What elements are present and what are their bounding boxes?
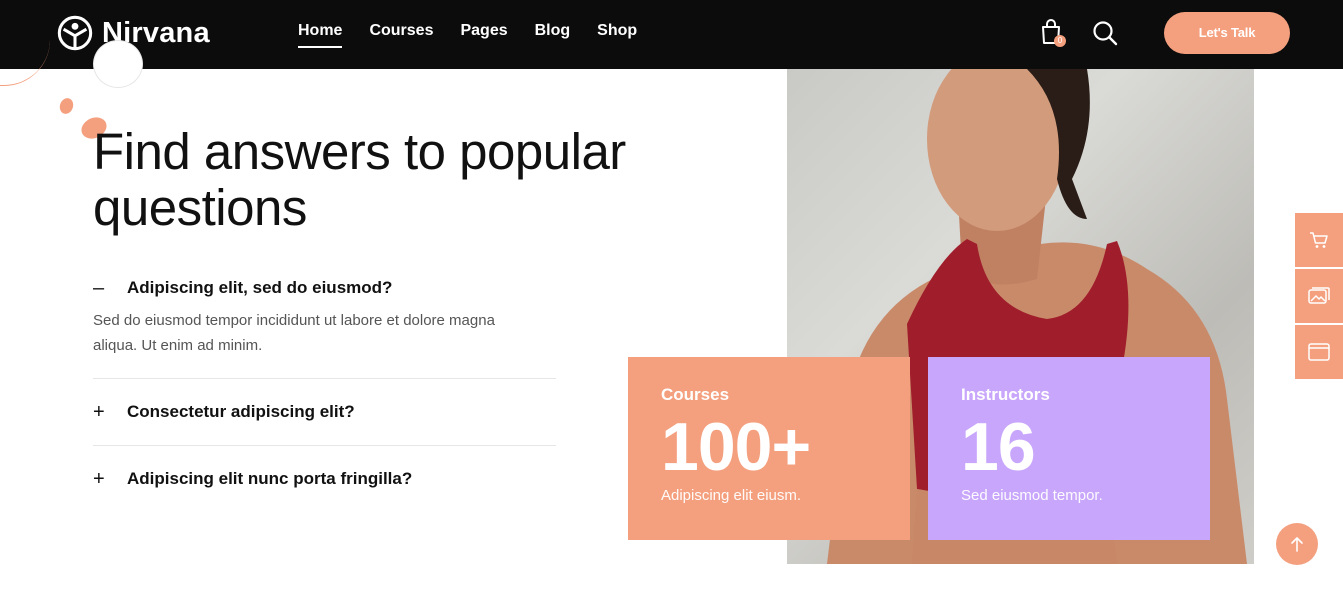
back-to-top-button[interactable] <box>1276 523 1318 565</box>
logo-icon <box>57 15 93 51</box>
browser-window-icon <box>1308 343 1330 361</box>
decorative-arc <box>0 40 50 86</box>
stat-value: 16 <box>961 409 1036 485</box>
cart-count-badge: 0 <box>1054 35 1066 47</box>
faq-question-text: Adipiscing elit, sed do eiusmod? <box>127 278 393 297</box>
faq-item: – Adipiscing elit, sed do eiusmod? Sed d… <box>93 272 556 379</box>
arrow-up-icon <box>1291 537 1303 552</box>
site-header: Nirvana Home Courses Pages Blog Shop 0 L… <box>0 0 1343 69</box>
nav-blog[interactable]: Blog <box>535 22 571 45</box>
image-gallery-icon <box>1308 287 1330 304</box>
plus-icon: + <box>93 400 105 423</box>
search-icon <box>1093 21 1118 46</box>
side-toolbar <box>1295 213 1343 381</box>
nav-shop[interactable]: Shop <box>597 22 637 45</box>
main-nav: Home Courses Pages Blog Shop <box>298 22 637 48</box>
plus-icon: + <box>93 467 105 490</box>
cart-icon <box>1310 232 1328 248</box>
side-layout-button[interactable] <box>1295 325 1343 379</box>
stat-card-courses: Courses 100+ Adipiscing elit eiusm. <box>628 357 910 540</box>
stat-description: Adipiscing elit eiusm. <box>661 487 802 504</box>
stat-label: Instructors <box>961 385 1050 404</box>
faq-accordion: – Adipiscing elit, sed do eiusmod? Sed d… <box>93 272 556 512</box>
lets-talk-button[interactable]: Let's Talk <box>1164 12 1290 54</box>
side-cart-button[interactable] <box>1295 213 1343 267</box>
side-demos-button[interactable] <box>1295 269 1343 323</box>
faq-question-text: Adipiscing elit nunc porta fringilla? <box>127 469 413 488</box>
cart-button[interactable]: 0 <box>1040 19 1068 49</box>
faq-item: + Adipiscing elit nunc porta fringilla? <box>93 446 556 512</box>
faq-question[interactable]: + Adipiscing elit nunc porta fringilla? <box>93 446 556 512</box>
faq-question-text: Consectetur adipiscing elit? <box>127 402 355 421</box>
faq-item: + Consectetur adipiscing elit? <box>93 379 556 446</box>
stat-label: Courses <box>661 385 730 404</box>
faq-answer: Sed do eiusmod tempor incididunt ut labo… <box>93 312 495 354</box>
nav-courses[interactable]: Courses <box>369 22 433 45</box>
stat-description: Sed eiusmod tempor. <box>961 487 1103 504</box>
faq-question[interactable]: – Adipiscing elit, sed do eiusmod? <box>93 272 556 304</box>
nav-home[interactable]: Home <box>298 22 343 48</box>
nav-pages[interactable]: Pages <box>460 22 507 45</box>
decorative-circle <box>93 40 143 88</box>
search-button[interactable] <box>1092 20 1118 46</box>
decorative-dot <box>57 96 76 116</box>
stat-value: 100+ <box>661 409 811 485</box>
stat-card-instructors: Instructors 16 Sed eiusmod tempor. <box>928 357 1210 540</box>
minus-icon: – <box>93 276 105 299</box>
faq-question[interactable]: + Consectetur adipiscing elit? <box>93 379 556 445</box>
page-title: Find answers to popular questions <box>93 123 626 236</box>
